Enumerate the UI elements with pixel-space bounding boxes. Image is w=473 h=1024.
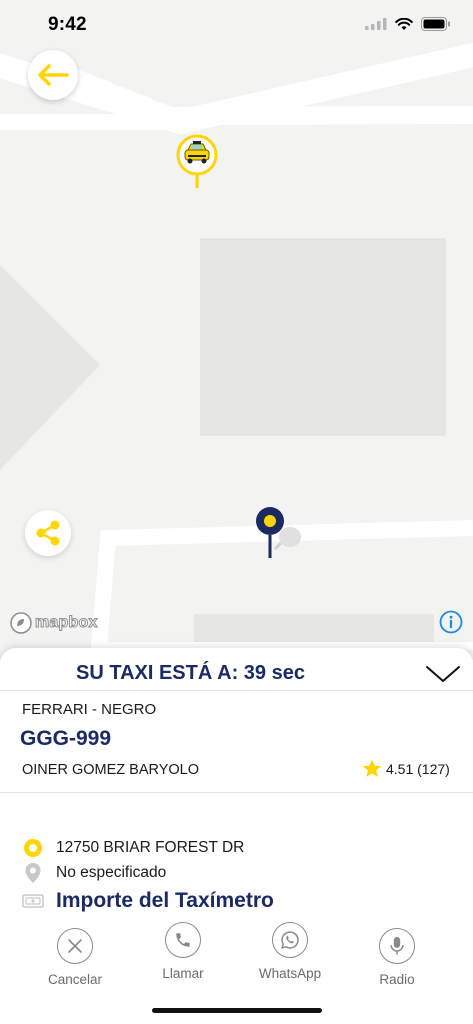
pickup-pin[interactable] bbox=[254, 505, 302, 561]
pickup-dot-icon bbox=[24, 839, 42, 857]
cellular-signal-icon bbox=[365, 18, 387, 30]
driver-name: OINER GOMEZ BARYOLO bbox=[22, 762, 199, 778]
driver-rating: 4.51 (127) bbox=[361, 758, 450, 780]
status-bar: 9:42 bbox=[0, 0, 473, 50]
mapbox-icon bbox=[10, 612, 32, 634]
divider bbox=[0, 690, 473, 691]
cancel-button[interactable]: Cancelar bbox=[30, 928, 120, 987]
share-button[interactable] bbox=[25, 510, 71, 556]
divider bbox=[0, 792, 473, 793]
mapbox-attribution: mapbox bbox=[35, 614, 98, 632]
back-button[interactable] bbox=[28, 50, 78, 100]
star-icon bbox=[362, 759, 382, 777]
radio-button[interactable]: Radio bbox=[352, 928, 442, 987]
close-icon bbox=[68, 939, 82, 953]
info-icon[interactable] bbox=[439, 610, 463, 634]
whatsapp-icon bbox=[281, 931, 299, 949]
status-time: 9:42 bbox=[48, 14, 87, 35]
destination-row[interactable]: No especificado bbox=[22, 862, 166, 884]
fare-label: Importe del Taxímetro bbox=[56, 889, 274, 912]
mapbox-logo: mapbox bbox=[10, 612, 98, 634]
action-bar: Cancelar Llamar WhatsApp Radio bbox=[0, 922, 473, 998]
battery-icon bbox=[421, 17, 450, 31]
map-view[interactable]: mapbox bbox=[0, 0, 473, 660]
pickup-address-row: 12750 BRIAR FOREST DR bbox=[22, 837, 244, 859]
share-icon bbox=[36, 520, 60, 546]
eta-title: SU TAXI ESTÁ A: 39 sec bbox=[76, 662, 305, 684]
taxi-location-marker[interactable] bbox=[176, 134, 218, 190]
fare-row: Importe del Taxímetro bbox=[22, 889, 274, 913]
home-indicator[interactable] bbox=[152, 1008, 322, 1013]
wifi-icon bbox=[395, 17, 413, 30]
radio-label: Radio bbox=[379, 972, 415, 987]
chevron-down-icon bbox=[426, 666, 460, 682]
rating-value: 4.51 (127) bbox=[386, 761, 450, 777]
pickup-address: 12750 BRIAR FOREST DR bbox=[56, 839, 245, 856]
call-label: Llamar bbox=[162, 966, 204, 981]
map-roads bbox=[0, 42, 473, 660]
phone-icon bbox=[176, 933, 190, 947]
microphone-icon bbox=[390, 936, 404, 955]
cancel-label: Cancelar bbox=[47, 972, 103, 987]
banknote-icon bbox=[22, 894, 44, 908]
license-plate: GGG-999 bbox=[20, 727, 112, 750]
whatsapp-label: WhatsApp bbox=[258, 966, 322, 981]
collapse-button[interactable] bbox=[425, 664, 461, 688]
whatsapp-button[interactable]: WhatsApp bbox=[245, 922, 335, 981]
destination-address: No especificado bbox=[56, 864, 167, 881]
trip-details-sheet: SU TAXI ESTÁ A: 39 sec FERRARI - NEGRO G… bbox=[0, 648, 473, 1024]
arrow-left-icon bbox=[38, 64, 69, 86]
call-button[interactable]: Llamar bbox=[138, 922, 228, 981]
location-pin-icon bbox=[25, 863, 41, 883]
car-model: FERRARI - NEGRO bbox=[22, 701, 157, 718]
